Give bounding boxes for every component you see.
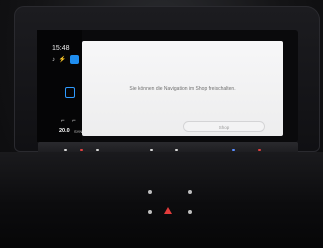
home-icon[interactable] [65,87,75,98]
control-dot[interactable] [175,149,178,151]
control-dot[interactable] [96,149,99,151]
temperature-readout[interactable]: 20.0 [59,128,70,134]
control-dot[interactable] [64,149,67,151]
control-dot[interactable] [258,149,261,151]
seat-heating-icons[interactable]: ⌐ ⌐ [61,118,79,124]
shop-button[interactable]: Shop [183,121,265,132]
dialog-message: Sie können die Navigation im Shop freisc… [129,86,236,92]
lower-dashboard [0,152,323,248]
console-button[interactable] [188,210,192,214]
control-dot[interactable] [150,149,153,151]
hazard-icon[interactable] [164,207,172,214]
control-dot[interactable] [232,149,235,151]
app-shortcut-icon[interactable] [70,55,79,64]
status-icons: ♪ ⚡ [52,57,68,63]
console-button[interactable] [148,210,152,214]
console-button[interactable] [188,190,192,194]
control-dot[interactable] [80,149,83,151]
clock: 15:48 [52,45,70,52]
console-button[interactable] [148,190,152,194]
